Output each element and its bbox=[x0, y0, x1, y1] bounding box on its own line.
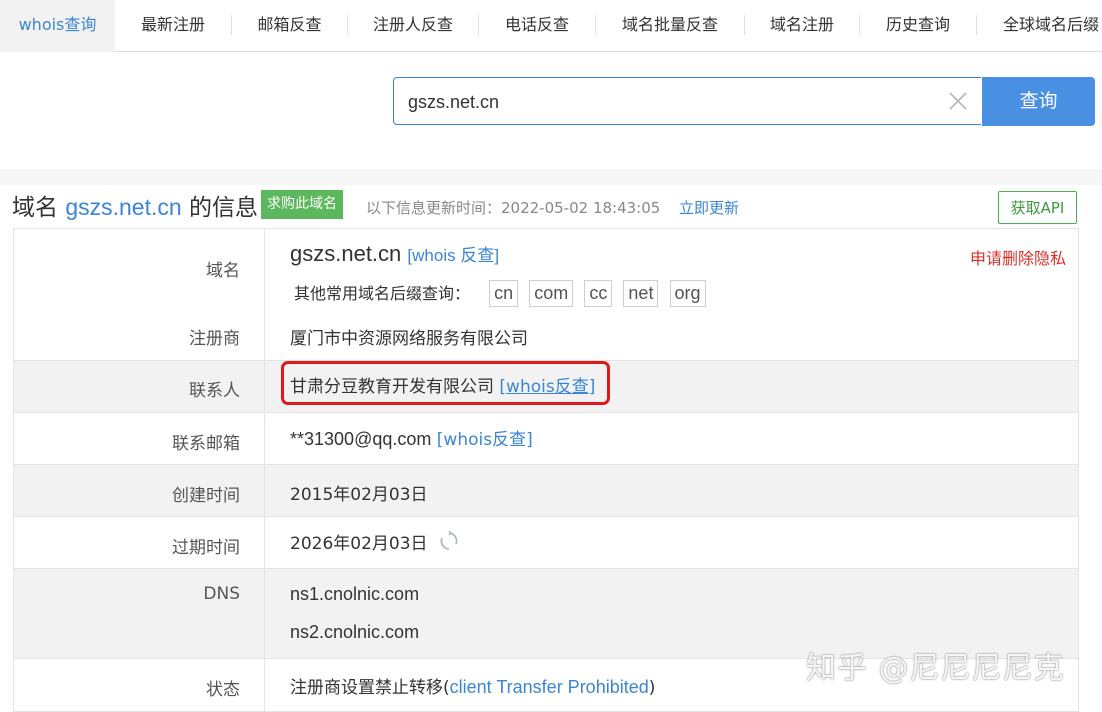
tab-registrant-reverse[interactable]: 注册人反查 bbox=[348, 0, 478, 51]
row-created: 创建时间 2015年02月03日 bbox=[14, 464, 1078, 516]
registrar-value: 厦门市中资源网络服务有限公司 bbox=[290, 329, 528, 349]
suffix-cc[interactable]: cc bbox=[584, 280, 613, 307]
top-tab-bar: whois查询 最新注册 邮箱反查 注册人反查 电话反查 域名批量反查 域名注册… bbox=[0, 0, 1102, 52]
suffix-label: 其他常用域名后缀查询： bbox=[294, 284, 471, 303]
row-email: 联系邮箱 **31300@qq.com [whois反查] bbox=[14, 412, 1078, 464]
email-value: **31300@qq.com bbox=[290, 429, 432, 449]
email-value-line: **31300@qq.com [whois反查] bbox=[290, 425, 533, 450]
tab-latest-registered[interactable]: 最新注册 bbox=[115, 0, 231, 51]
suffix-cn[interactable]: cn bbox=[489, 280, 519, 307]
email-label: 联系邮箱 bbox=[172, 434, 240, 454]
row-expire: 过期时间 2026年02月03日 bbox=[14, 516, 1078, 568]
privacy-delete-link[interactable]: 申请删除隐私 bbox=[970, 245, 1066, 269]
title-prefix: 域名 bbox=[12, 195, 58, 221]
expire-label: 过期时间 bbox=[172, 538, 240, 558]
domain-label: 域名 bbox=[206, 261, 240, 281]
suffix-net[interactable]: net bbox=[623, 280, 659, 307]
row-registrar: 注册商 厦门市中资源网络服务有限公司 bbox=[14, 308, 1078, 360]
domain-value-line: gszs.net.cn [whois 反查] bbox=[290, 241, 499, 267]
page-title: 域名 gszs.net.cn 的信息 bbox=[12, 188, 258, 222]
buy-domain-button[interactable]: 求购此域名 bbox=[261, 190, 343, 219]
highlight-box bbox=[281, 361, 610, 405]
status-link[interactable]: client Transfer Prohibited bbox=[450, 677, 649, 697]
tab-whois[interactable]: whois查询 bbox=[0, 0, 115, 52]
registrar-label: 注册商 bbox=[189, 329, 240, 349]
created-label: 创建时间 bbox=[172, 486, 240, 506]
close-icon[interactable] bbox=[947, 90, 969, 112]
suffix-org[interactable]: org bbox=[669, 280, 706, 307]
refresh-now-link[interactable]: 立即更新 bbox=[679, 197, 739, 218]
email-whois-link[interactable]: [whois反查] bbox=[437, 430, 533, 450]
title-suffix: 的信息 bbox=[188, 195, 258, 221]
dns-value-1: ns1.cnolnic.com bbox=[290, 584, 420, 604]
tab-email-reverse[interactable]: 邮箱反查 bbox=[232, 0, 347, 51]
label-cell: 状态 bbox=[14, 659, 265, 711]
label-cell: 创建时间 bbox=[14, 465, 265, 516]
whois-info-table: 域名 gszs.net.cn [whois 反查] 申请删除隐私 其他常用域名后… bbox=[13, 228, 1079, 712]
suffix-query-line: 其他常用域名后缀查询： cn com cc net org bbox=[294, 280, 712, 307]
status-value-line: 注册商设置禁止转移(client Transfer Prohibited) bbox=[290, 673, 655, 698]
section-divider bbox=[0, 170, 1102, 185]
update-time-text: 以下信息更新时间：2022-05-02 18:43:05 bbox=[366, 199, 661, 217]
label-cell: 注册商 bbox=[14, 308, 265, 360]
tab-phone-reverse[interactable]: 电话反查 bbox=[479, 0, 595, 51]
get-api-button[interactable]: 获取API bbox=[998, 191, 1077, 224]
expire-value: 2026年02月03日 bbox=[290, 534, 428, 554]
label-cell: 过期时间 bbox=[14, 517, 265, 568]
title-domain: gszs.net.cn bbox=[65, 194, 182, 220]
domain-whois-link[interactable]: [whois 反查] bbox=[407, 246, 499, 265]
status-suffix: ) bbox=[648, 678, 656, 698]
status-label: 状态 bbox=[206, 680, 240, 700]
label-cell: 域名 bbox=[14, 229, 265, 308]
domain-value: gszs.net.cn bbox=[290, 241, 402, 266]
expire-value-line: 2026年02月03日 bbox=[290, 529, 459, 554]
search-input[interactable] bbox=[406, 86, 930, 118]
watermark: 知乎 @尼尼尼尼克 bbox=[806, 651, 1065, 686]
search-box bbox=[393, 77, 981, 125]
tab-global-suffix[interactable]: 全球域名后缀 bbox=[977, 0, 1102, 51]
row-domain: 域名 gszs.net.cn [whois 反查] 申请删除隐私 其他常用域名后… bbox=[14, 229, 1078, 308]
tab-bar-divider bbox=[115, 51, 1102, 52]
created-value: 2015年02月03日 bbox=[290, 485, 428, 505]
refresh-icon[interactable] bbox=[439, 531, 459, 551]
dns-label: DNS bbox=[203, 584, 240, 604]
search-button[interactable]: 查询 bbox=[982, 77, 1095, 126]
label-cell: 联系邮箱 bbox=[14, 413, 265, 464]
suffix-com[interactable]: com bbox=[529, 280, 574, 307]
label-cell: DNS bbox=[14, 569, 265, 658]
status-prefix: 注册商设置禁止转移( bbox=[290, 678, 450, 698]
tab-history[interactable]: 历史查询 bbox=[860, 0, 976, 51]
label-cell: 联系人 bbox=[14, 361, 265, 412]
tab-batch-reverse[interactable]: 域名批量反查 bbox=[596, 0, 744, 51]
dns-value-2: ns2.cnolnic.com bbox=[290, 622, 420, 642]
tab-domain-register[interactable]: 域名注册 bbox=[745, 0, 859, 51]
contact-label: 联系人 bbox=[189, 381, 240, 401]
